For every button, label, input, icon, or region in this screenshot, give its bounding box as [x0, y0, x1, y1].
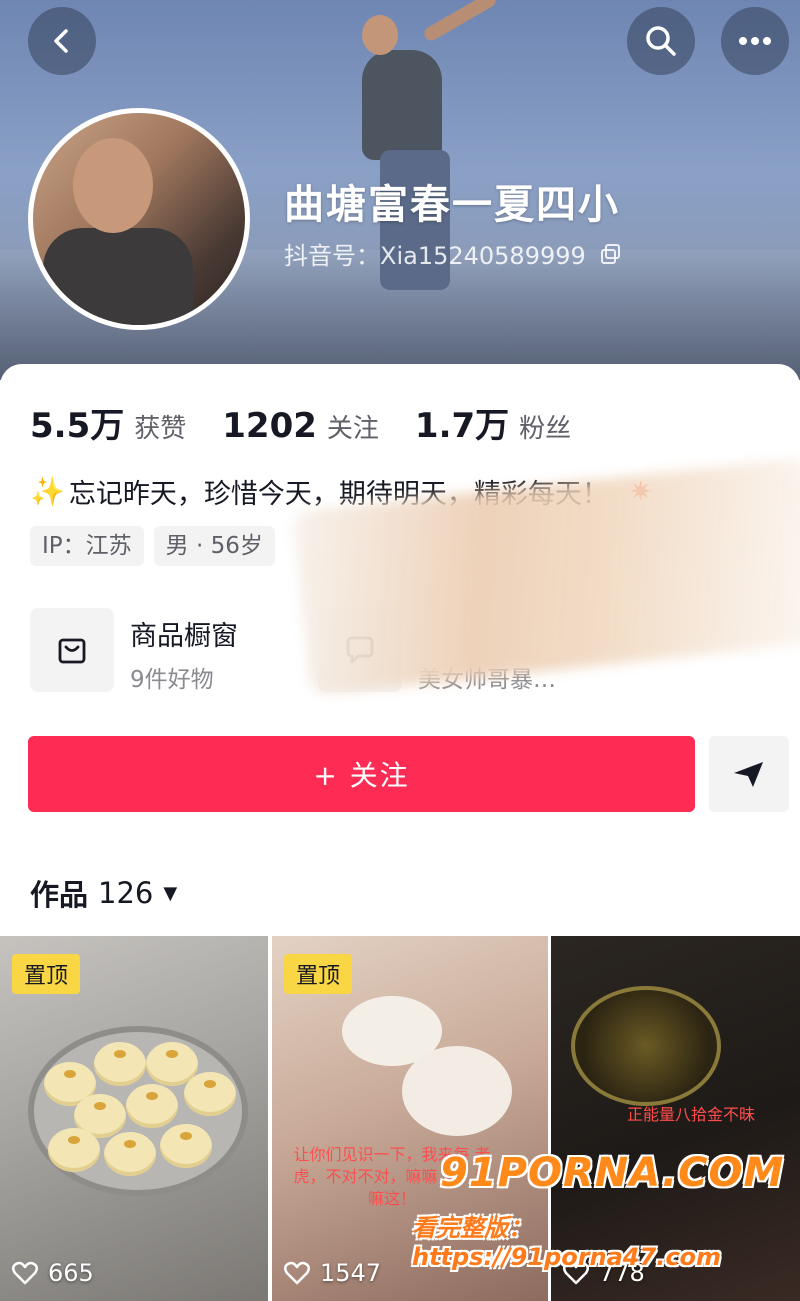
bun-shape: [184, 1072, 236, 1116]
video-thumbnail[interactable]: 置顶 665: [0, 936, 268, 1301]
works-count: 126: [98, 876, 154, 910]
stat-label: 关注: [326, 414, 379, 444]
bun-shape: [160, 1124, 212, 1168]
sparkle-icon: ✨: [30, 475, 65, 508]
search-icon: [646, 26, 676, 56]
shop-window-subtitle: 9件好物: [130, 667, 214, 693]
dough-image: [402, 1046, 512, 1136]
stat-label: 粉丝: [519, 414, 572, 444]
stat-following[interactable]: 1202 关注: [222, 406, 379, 446]
bun-shape: [48, 1128, 100, 1172]
stat-likes: 5.5万 获赞: [30, 398, 186, 447]
likes-count: 1547: [320, 1259, 382, 1287]
tag-ip: IP：江苏: [30, 526, 144, 566]
username: 曲塘富春一夏四小: [284, 182, 620, 228]
shop-window-button[interactable]: [30, 608, 114, 692]
caret-down-icon: ▼: [163, 882, 178, 904]
avatar-face: [73, 138, 153, 233]
likes-count: 665: [48, 1259, 94, 1287]
avatar-shirt: [43, 228, 193, 325]
works-tab[interactable]: 作品 126 ▼: [30, 872, 177, 914]
shop-window-title[interactable]: 商品橱窗: [130, 614, 238, 653]
bun-shape: [126, 1084, 178, 1128]
profile-tags: IP：江苏 男 · 56岁: [30, 526, 275, 566]
bun-shape: [104, 1132, 156, 1176]
pinned-badge: 置顶: [284, 954, 352, 994]
steamer-image: [28, 1026, 248, 1196]
share-button[interactable]: [709, 736, 789, 812]
glass-image: [571, 986, 721, 1106]
cover-figure-head: [362, 15, 398, 55]
stats-row: 5.5万 获赞 1202 关注 1.7万 粉丝: [30, 398, 607, 447]
search-button[interactable]: [627, 7, 695, 75]
chevron-left-icon: [54, 29, 68, 53]
shopping-bag-icon: [58, 638, 86, 664]
stat-value: 1202: [222, 406, 317, 446]
watermark-logo: 91PORNA.COM: [440, 1150, 785, 1196]
heart-icon: [284, 1261, 310, 1285]
video-likes: 1547: [284, 1259, 381, 1287]
stat-followers[interactable]: 1.7万 粉丝: [415, 398, 571, 447]
video-overlay-text: 正能量八拾金不昧: [626, 1105, 755, 1124]
tag-gender-age: 男 · 56岁: [153, 526, 275, 566]
copy-icon[interactable]: [600, 243, 622, 265]
stat-value: 1.7万: [414, 406, 510, 446]
stat-value: 5.5万: [30, 406, 125, 446]
stat-label: 获赞: [134, 414, 187, 444]
follow-button[interactable]: + 关注: [28, 736, 695, 812]
pinned-badge: 置顶: [12, 954, 80, 994]
bun-shape: [94, 1042, 146, 1086]
heart-icon: [12, 1261, 38, 1285]
cover-figure-arm: [421, 0, 499, 44]
back-button[interactable]: [28, 7, 96, 75]
send-arrow-icon: [734, 762, 763, 787]
douyin-id-label: 抖音号：Xia15240589999: [284, 242, 586, 270]
works-label: 作品: [30, 878, 89, 912]
video-likes: 665: [12, 1259, 94, 1287]
more-dots-icon: [739, 37, 771, 45]
cover-figure: [362, 50, 442, 160]
more-button[interactable]: [721, 7, 789, 75]
watermark-url: 看完整版：https://91porna47.com: [412, 1214, 722, 1271]
avatar[interactable]: [28, 108, 250, 330]
douyin-id-row[interactable]: 抖音号：Xia15240589999: [284, 236, 622, 271]
